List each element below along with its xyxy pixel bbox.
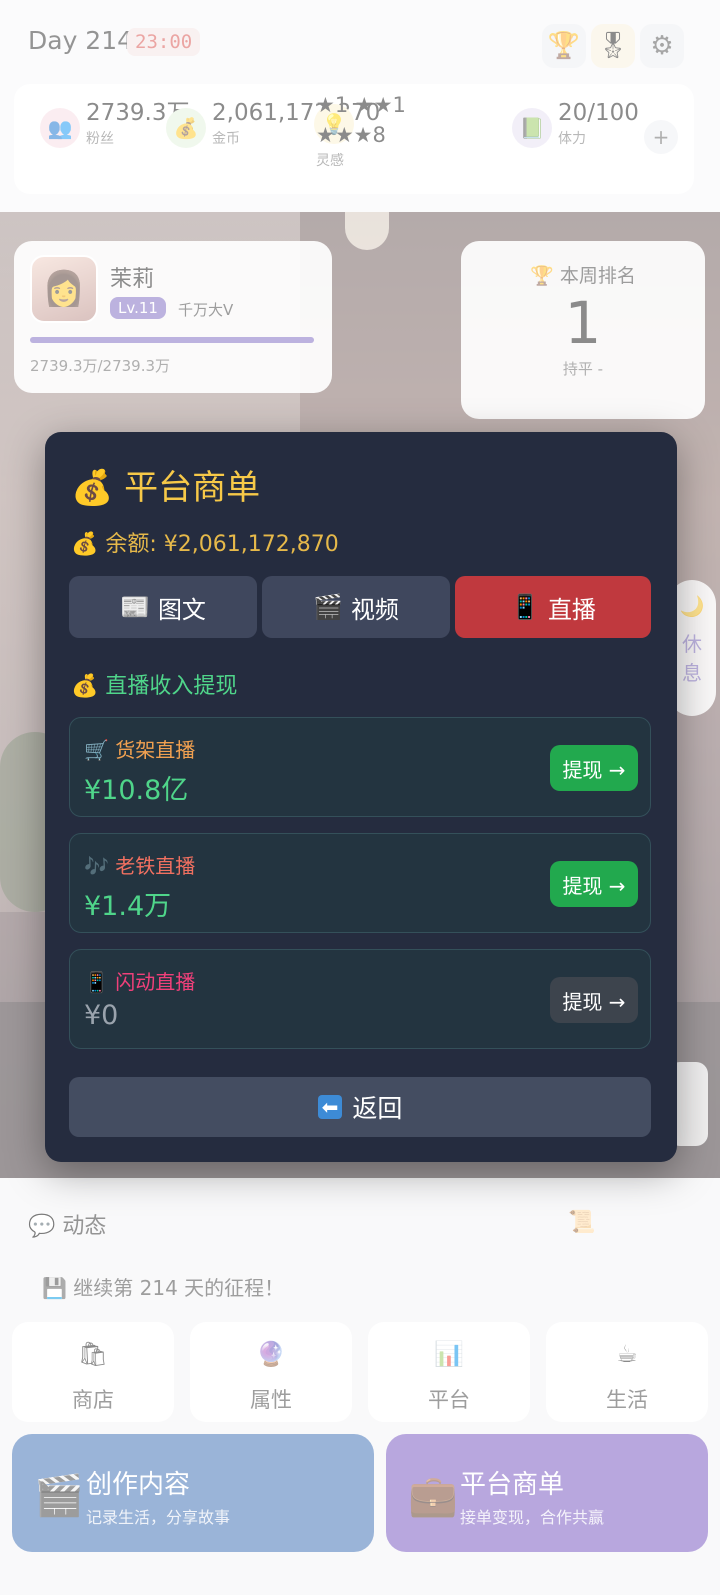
cart-icon: 🛒 xyxy=(84,738,109,762)
tab-graphic-label: 图文 xyxy=(157,595,206,624)
income-item: 📱 闪动直播 ¥0 提现 → xyxy=(69,949,651,1049)
money-bag-icon: 💰 xyxy=(71,674,99,699)
income-amount: ¥0 xyxy=(84,1000,119,1031)
balance-text: 余额: ¥2,061,172,870 xyxy=(105,532,339,557)
back-arrow-icon: ⬅ xyxy=(317,1095,343,1119)
newspaper-icon: 📰 xyxy=(120,593,150,621)
money-bag-icon: 💰 xyxy=(71,532,99,557)
withdraw-button[interactable]: 提现 → xyxy=(550,745,638,791)
section-title-row: 💰 直播收入提现 xyxy=(71,668,237,700)
tab-live[interactable]: 📱 直播 xyxy=(455,576,651,638)
withdraw-button[interactable]: 提现 → xyxy=(550,861,638,907)
phone-icon: 📱 xyxy=(510,593,540,621)
income-amount: ¥1.4万 xyxy=(84,891,172,922)
phone-icon: 📱 xyxy=(84,970,109,994)
withdraw-button[interactable]: 提现 → xyxy=(550,977,638,1023)
income-name-row: 🛒 货架直播 xyxy=(84,734,195,763)
tab-video-label: 视频 xyxy=(350,595,399,624)
income-amount: ¥10.8亿 xyxy=(84,775,189,806)
tab-live-label: 直播 xyxy=(547,595,596,624)
balance-row: 💰 余额: ¥2,061,172,870 xyxy=(71,526,339,558)
income-name: 闪动直播 xyxy=(115,970,196,994)
income-name: 货架直播 xyxy=(115,738,196,762)
music-notes-icon: 🎶 xyxy=(84,854,109,878)
income-name-row: 🎶 老铁直播 xyxy=(84,850,195,879)
income-name-row: 📱 闪动直播 xyxy=(84,966,195,995)
modal-title-row: 💰 平台商单 xyxy=(71,460,260,509)
tab-graphic[interactable]: 📰 图文 xyxy=(69,576,257,638)
money-bag-icon: 💰 xyxy=(71,468,114,508)
section-title: 直播收入提现 xyxy=(105,674,238,699)
modal-title: 平台商单 xyxy=(124,468,261,508)
income-item: 🛒 货架直播 ¥10.8亿 提现 → xyxy=(69,717,651,817)
back-button[interactable]: ⬅ 返回 xyxy=(69,1077,651,1137)
income-item: 🎶 老铁直播 ¥1.4万 提现 → xyxy=(69,833,651,933)
clapperboard-icon: 🎬 xyxy=(313,593,343,621)
platform-orders-modal: 💰 平台商单 💰 余额: ¥2,061,172,870 📰 图文 🎬 视频 📱 … xyxy=(45,432,677,1162)
income-name: 老铁直播 xyxy=(115,854,196,878)
tab-video[interactable]: 🎬 视频 xyxy=(262,576,450,638)
back-label: 返回 xyxy=(352,1094,403,1123)
